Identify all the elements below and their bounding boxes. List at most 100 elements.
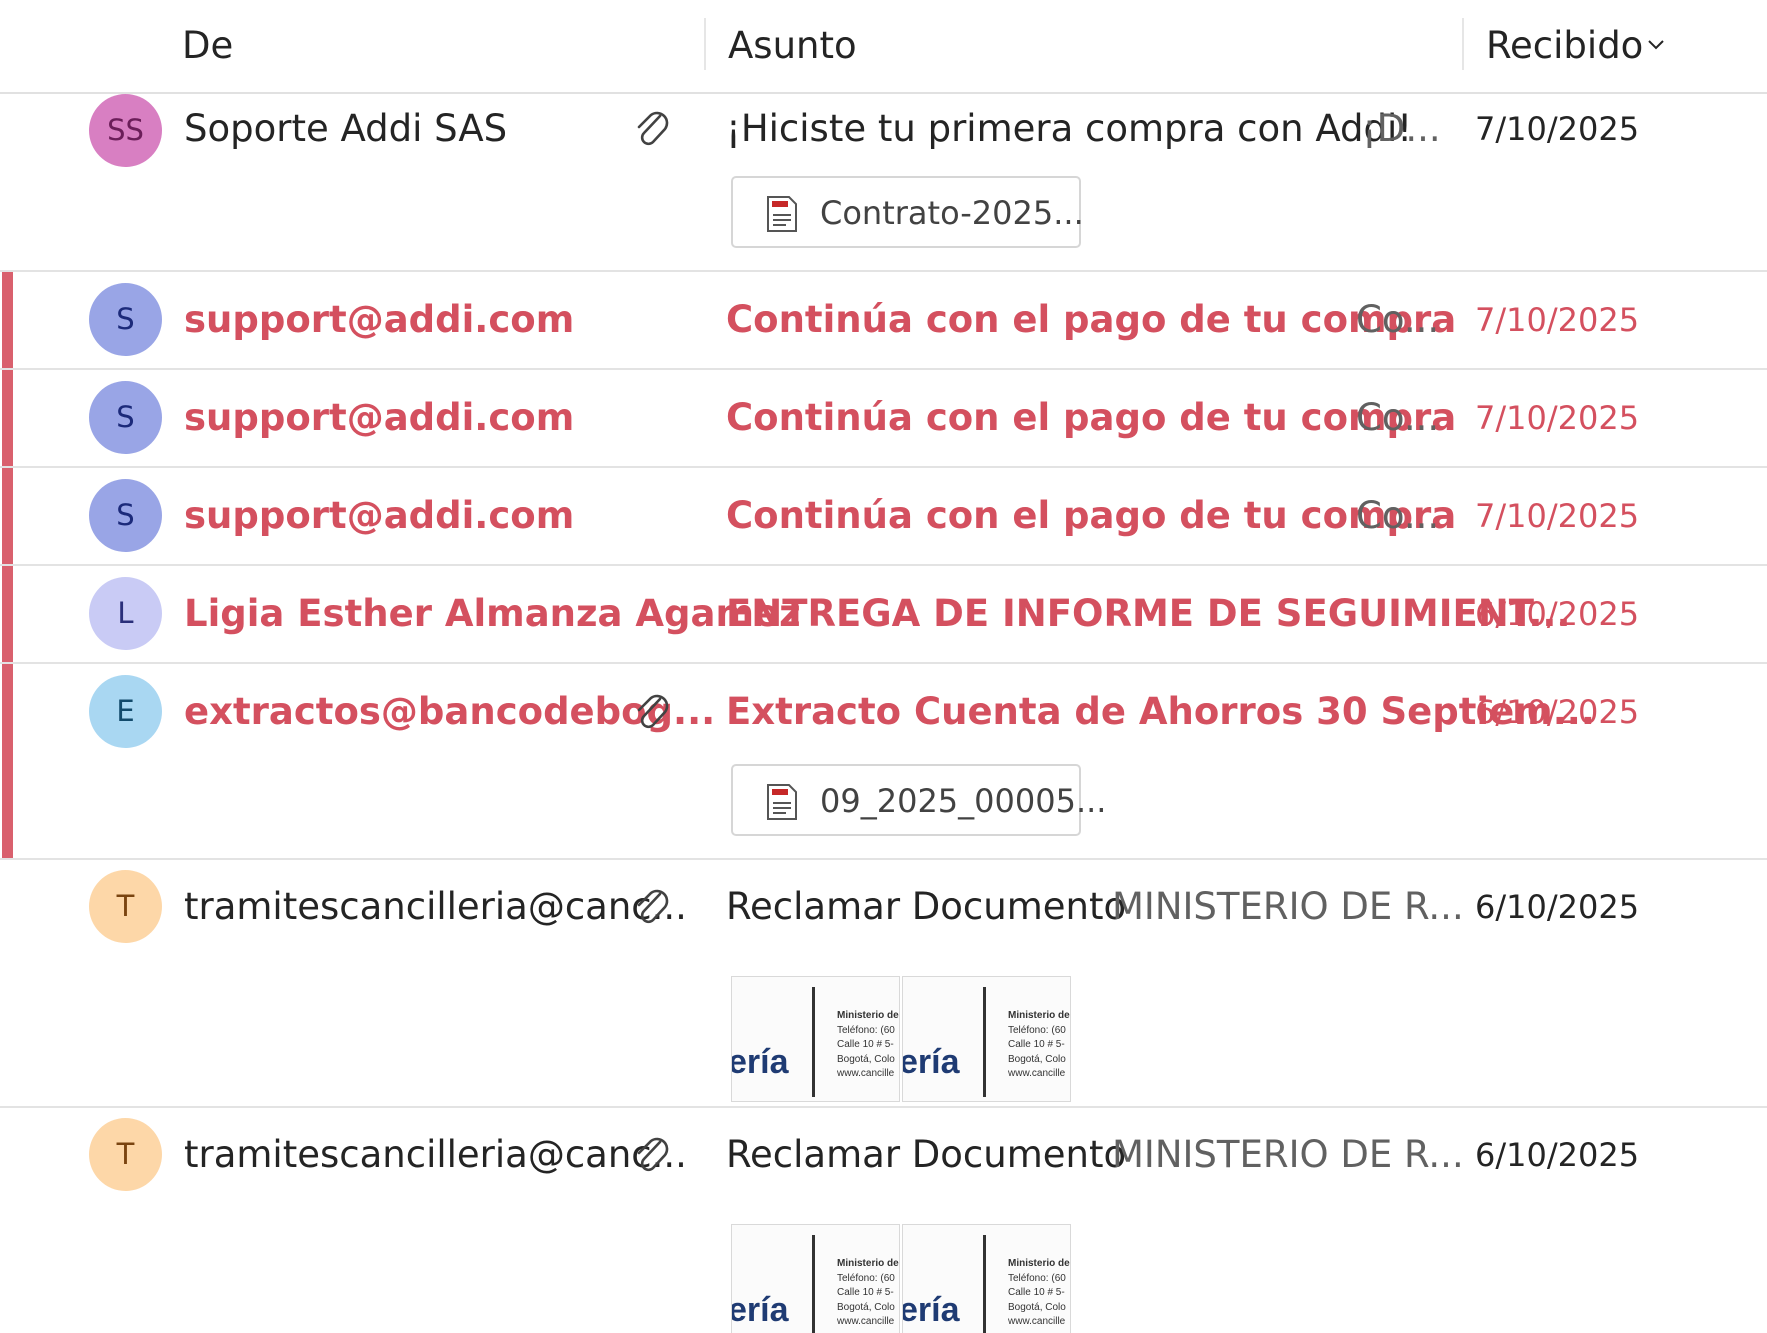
attachment-name: 09_2025_00005... bbox=[820, 782, 1107, 820]
avatar: T bbox=[89, 1118, 162, 1191]
unread-indicator bbox=[2, 468, 13, 564]
avatar: SS bbox=[89, 94, 162, 167]
received-date: 6/10/2025 bbox=[1475, 693, 1640, 731]
subject: Continúa con el pago de tu compra bbox=[726, 396, 1457, 439]
thumbnail-text: Ministerio de Teléfono: (60 Calle 10 # 5… bbox=[837, 1009, 899, 1082]
column-divider[interactable] bbox=[704, 18, 706, 70]
avatar: S bbox=[89, 283, 162, 356]
thumbnail-line: Ministerio de bbox=[1008, 1258, 1070, 1269]
thumbnail-logo: ería bbox=[731, 1291, 789, 1329]
subject: ENTREGA DE INFORME DE SEGUIMIENT... bbox=[726, 592, 1571, 635]
message-row[interactable]: S support@addi.com Continúa con el pago … bbox=[0, 468, 1767, 566]
thumbnail-line: Teléfono: (60 bbox=[837, 1272, 895, 1284]
received-date: 6/10/2025 bbox=[1475, 1136, 1640, 1174]
sender-name: support@addi.com bbox=[184, 396, 575, 439]
avatar: S bbox=[89, 381, 162, 454]
thumbnail-logo: ería bbox=[902, 1043, 960, 1081]
thumbnail-divider bbox=[812, 987, 815, 1097]
received-date: 7/10/2025 bbox=[1475, 301, 1640, 339]
thumbnail-text: Ministerio de Teléfono: (60 Calle 10 # 5… bbox=[837, 1257, 899, 1330]
column-received[interactable]: Recibido bbox=[1486, 22, 1643, 70]
avatar: E bbox=[89, 675, 162, 748]
subject: ¡Hiciste tu primera compra con Addi! bbox=[726, 107, 1413, 150]
sender-name: Soporte Addi SAS bbox=[184, 107, 508, 150]
subject: Reclamar Documento bbox=[726, 885, 1127, 928]
preview: Co... bbox=[1356, 298, 1440, 341]
sender-name: tramitescancilleria@canc... bbox=[184, 885, 687, 928]
avatar: T bbox=[89, 870, 162, 943]
pdf-file-icon bbox=[767, 196, 797, 232]
thumbnail-logo: ería bbox=[902, 1291, 960, 1329]
thumbnail-line: Ministerio de bbox=[837, 1010, 899, 1021]
thumbnail-text: Ministerio de Teléfono: (60 Calle 10 # 5… bbox=[1008, 1257, 1070, 1330]
message-list: SS Soporte Addi SAS ¡Hiciste tu primera … bbox=[0, 94, 1767, 1333]
thumbnail-line: Calle 10 # 5- bbox=[1008, 1039, 1065, 1050]
column-from[interactable]: De bbox=[182, 22, 233, 70]
column-subject[interactable]: Asunto bbox=[728, 22, 857, 70]
thumbnail-divider bbox=[983, 987, 986, 1097]
thumbnail-line: Bogotá, Colo bbox=[837, 1301, 895, 1313]
thumbnail-line: www.cancille bbox=[837, 1316, 895, 1327]
message-row[interactable]: T tramitescancilleria@canc... Reclamar D… bbox=[0, 1108, 1767, 1333]
received-date: 7/10/2025 bbox=[1475, 110, 1640, 148]
chevron-down-icon[interactable] bbox=[1647, 36, 1665, 54]
thumbnail-line: Ministerio de bbox=[837, 1258, 899, 1269]
sender-name: support@addi.com bbox=[184, 494, 575, 537]
paperclip-icon bbox=[637, 889, 669, 924]
thumbnail-line: www.cancille bbox=[837, 1068, 895, 1079]
paperclip-icon bbox=[637, 1137, 669, 1172]
message-row[interactable]: T tramitescancilleria@canc... Reclamar D… bbox=[0, 860, 1767, 1108]
attachment-thumbnail[interactable]: ería Ministerio de Teléfono: (60 Calle 1… bbox=[731, 976, 900, 1102]
unread-indicator bbox=[2, 566, 13, 662]
received-date: 6/10/2025 bbox=[1475, 595, 1640, 633]
preview: ¡D... bbox=[1362, 107, 1441, 150]
attachment-previews: ería Ministerio de Teléfono: (60 Calle 1… bbox=[731, 1224, 1073, 1333]
thumbnail-line: Calle 10 # 5- bbox=[837, 1287, 894, 1298]
thumbnail-text: Ministerio de Teléfono: (60 Calle 10 # 5… bbox=[1008, 1009, 1070, 1082]
unread-indicator bbox=[2, 272, 13, 368]
subject: Continúa con el pago de tu compra bbox=[726, 494, 1457, 537]
thumbnail-line: Bogotá, Colo bbox=[837, 1053, 895, 1065]
thumbnail-line: Teléfono: (60 bbox=[1008, 1024, 1066, 1036]
preview: MINISTERIO DE R... bbox=[1112, 1133, 1464, 1176]
received-date: 7/10/2025 bbox=[1475, 497, 1640, 535]
attachment-chip[interactable]: 09_2025_00005... bbox=[731, 764, 1106, 836]
message-row[interactable]: L Ligia Esther Almanza Agamez ENTREGA DE… bbox=[0, 566, 1767, 664]
avatar: S bbox=[89, 479, 162, 552]
message-row[interactable]: S support@addi.com Continúa con el pago … bbox=[0, 370, 1767, 468]
thumbnail-divider bbox=[983, 1235, 986, 1333]
column-divider[interactable] bbox=[1462, 18, 1464, 70]
sender-name: support@addi.com bbox=[184, 298, 575, 341]
paperclip-icon bbox=[637, 111, 669, 146]
thumbnail-line: Calle 10 # 5- bbox=[1008, 1287, 1065, 1298]
attachment-thumbnail[interactable]: ería Ministerio de Teléfono: (60 Calle 1… bbox=[731, 1224, 900, 1333]
attachment-chip[interactable]: Contrato-2025... bbox=[731, 176, 1084, 248]
thumbnail-line: Bogotá, Colo bbox=[1008, 1301, 1066, 1313]
received-date: 6/10/2025 bbox=[1475, 888, 1640, 926]
message-row[interactable]: S support@addi.com Continúa con el pago … bbox=[0, 272, 1767, 370]
unread-indicator bbox=[2, 370, 13, 466]
attachment-thumbnail[interactable]: ería Ministerio de Teléfono: (60 Calle 1… bbox=[902, 976, 1071, 1102]
received-date: 7/10/2025 bbox=[1475, 399, 1640, 437]
subject: Continúa con el pago de tu compra bbox=[726, 298, 1457, 341]
pdf-file-icon bbox=[767, 784, 797, 820]
unread-indicator bbox=[2, 664, 13, 858]
attachment-name: Contrato-2025... bbox=[820, 194, 1084, 232]
thumbnail-line: Teléfono: (60 bbox=[837, 1024, 895, 1036]
thumbnail-line: www.cancille bbox=[1008, 1316, 1066, 1327]
thumbnail-line: Teléfono: (60 bbox=[1008, 1272, 1066, 1284]
message-row[interactable]: SS Soporte Addi SAS ¡Hiciste tu primera … bbox=[0, 94, 1767, 272]
subject: Extracto Cuenta de Ahorros 30 Septiem... bbox=[726, 690, 1595, 733]
message-row[interactable]: E extractos@bancodebog... Extracto Cuent… bbox=[0, 664, 1767, 860]
thumbnail-line: Calle 10 # 5- bbox=[837, 1039, 894, 1050]
paperclip-icon bbox=[637, 694, 669, 729]
attachment-thumbnail[interactable]: ería Ministerio de Teléfono: (60 Calle 1… bbox=[902, 1224, 1071, 1333]
thumbnail-line: www.cancille bbox=[1008, 1068, 1066, 1079]
sender-name: tramitescancilleria@canc... bbox=[184, 1133, 687, 1176]
preview: MINISTERIO DE R... bbox=[1112, 885, 1464, 928]
thumbnail-line: Bogotá, Colo bbox=[1008, 1053, 1066, 1065]
attachment-previews: ería Ministerio de Teléfono: (60 Calle 1… bbox=[731, 976, 1073, 1102]
thumbnail-divider bbox=[812, 1235, 815, 1333]
column-header: De Asunto Recibido bbox=[0, 0, 1767, 94]
sender-name: Ligia Esther Almanza Agamez bbox=[184, 592, 801, 635]
